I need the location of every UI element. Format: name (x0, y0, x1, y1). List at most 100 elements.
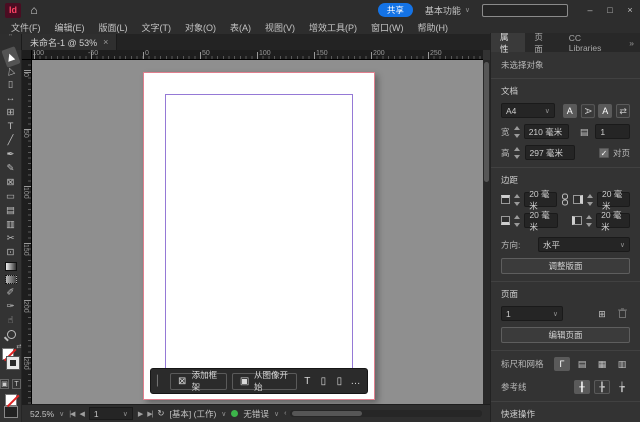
rotate-view-icon[interactable]: ↻ (157, 408, 164, 419)
baseline-grid-icon[interactable]: ▤ (574, 357, 590, 371)
share-button[interactable]: 共享 (377, 3, 413, 17)
swap-fill-stroke-icon[interactable]: ⇄ (16, 343, 21, 350)
panel-collapse-icon[interactable]: » (623, 33, 640, 52)
margin-top-stepper[interactable] (514, 193, 521, 206)
height-field[interactable]: 297 毫米 (524, 145, 575, 160)
horizontal-scrollbar[interactable] (290, 410, 482, 417)
note-tool[interactable]: ✐ (2, 286, 20, 300)
next-page-button[interactable]: ▶ (138, 410, 143, 418)
width-stepper[interactable] (513, 125, 520, 138)
vertical-scrollbar[interactable] (483, 60, 490, 404)
add-page-icon[interactable]: ⊞ (594, 307, 610, 321)
margin-bottom-field[interactable]: 20 毫米 (524, 210, 559, 232)
horizontal-ruler[interactable]: -100-50050100150200250300 (32, 50, 483, 60)
margin-left-stepper[interactable] (586, 214, 593, 227)
search-input[interactable] (482, 3, 568, 17)
show-rulers-icon[interactable]: Γ (554, 357, 570, 371)
link-margins-icon[interactable] (561, 193, 569, 206)
smart-guides-icon[interactable]: ╆ (614, 380, 630, 394)
lock-guides-icon[interactable]: ╊ (594, 380, 610, 394)
close-button[interactable]: × (620, 5, 640, 15)
free-transform-tool[interactable]: ⊡ (2, 246, 20, 260)
text-tool-icon[interactable]: T (302, 376, 313, 387)
hand-tool[interactable]: ☝ (2, 314, 20, 328)
gap-tool[interactable]: ↔ (2, 92, 20, 106)
gradient-feather-tool[interactable] (4, 275, 17, 284)
formatting-text-button[interactable]: T (12, 379, 21, 389)
workspace-switcher[interactable]: 基本功能 ∨ (425, 4, 470, 17)
horizontal-scrollbar-thumb[interactable] (292, 411, 363, 416)
menu-item[interactable]: 文件(F) (4, 21, 48, 34)
page-count-field[interactable]: 1 (595, 124, 630, 139)
pencil-tool[interactable]: ✎ (2, 162, 20, 176)
screen-mode-button[interactable] (3, 406, 18, 418)
menu-item[interactable]: 帮助(H) (411, 21, 456, 34)
page-size-select[interactable]: A4 ∨ (501, 103, 555, 118)
tab-cc-libraries[interactable]: CC Libraries (560, 33, 624, 53)
menu-item[interactable]: 增效工具(P) (302, 21, 364, 34)
show-guides-icon[interactable]: ╂ (574, 380, 590, 394)
edit-pages-button[interactable]: 编辑页面 (501, 327, 630, 343)
first-page-button[interactable]: |◀ (69, 410, 75, 418)
document-tab[interactable]: 未命名-1 @ 53% × (22, 34, 118, 50)
margin-bottom-stepper[interactable] (514, 214, 521, 227)
current-page-select[interactable]: 1 ∨ (501, 306, 563, 321)
scissors-tool[interactable]: ✂ (2, 232, 20, 246)
start-from-image-button[interactable]: ▣ 从图像开始 (232, 370, 297, 392)
margin-top-field[interactable]: 20 毫米 (524, 189, 558, 211)
menu-item[interactable]: 文字(T) (135, 21, 179, 34)
frame-tool[interactable]: ⊠ (2, 176, 20, 190)
menu-item[interactable]: 版面(L) (92, 21, 135, 34)
page-number-field[interactable]: 1 ∨ (88, 407, 133, 420)
scroll-left-arrow[interactable]: ‹ (284, 410, 287, 417)
tab-close-icon[interactable]: × (103, 37, 108, 47)
maximize-button[interactable]: □ (600, 5, 620, 15)
adjust-layout-button[interactable]: 调整版面 (501, 258, 630, 274)
zoom-chevron-icon[interactable]: ∨ (59, 410, 64, 418)
margin-left-field[interactable]: 20 毫米 (596, 210, 630, 232)
type-tool[interactable]: T (2, 120, 20, 134)
direction-select[interactable]: 水平 ∨ (538, 237, 630, 252)
previous-page-button[interactable]: ◀ (79, 410, 84, 418)
delete-page-icon[interactable] (614, 307, 630, 321)
margin-right-field[interactable]: 20 毫米 (596, 189, 630, 211)
zoom-tool[interactable] (2, 328, 20, 342)
menu-item[interactable]: 窗口(W) (364, 21, 411, 34)
preflight-preset[interactable]: [基本] (工作) (170, 408, 217, 420)
binding-left-icon[interactable]: A (598, 103, 613, 118)
rectangle-tool[interactable]: ▭ (2, 190, 20, 204)
binding-right-icon[interactable]: ⇄ (616, 103, 630, 118)
line-tool[interactable]: ╱ (2, 134, 20, 148)
layout-grid-icon[interactable]: ▥ (614, 357, 630, 371)
horizontal-grid-tool[interactable]: ▤ (2, 204, 20, 218)
page-icon[interactable]: ▯ (318, 376, 329, 387)
preset-chevron-icon[interactable]: ∨ (221, 410, 226, 418)
document-grid-icon[interactable]: ▦ (594, 357, 610, 371)
fill-stroke-swatches[interactable]: ⇄ (0, 343, 22, 376)
pen-tool[interactable]: ✒ (2, 148, 20, 162)
vertical-ruler[interactable]: 0 50 100 150 200 250 (22, 60, 32, 404)
stroke-swatch[interactable] (5, 356, 20, 370)
formatting-container-button[interactable]: ▣ (0, 379, 9, 389)
vertical-grid-tool[interactable]: ▥ (2, 218, 20, 232)
taskbar-grip[interactable]: ▏ (157, 376, 165, 387)
tab-properties[interactable]: 属性 (491, 32, 526, 54)
gradient-swatch-tool[interactable] (4, 262, 17, 271)
eyedropper-tool[interactable]: ✑ (2, 300, 20, 314)
zoom-level[interactable]: 52.5% (30, 409, 54, 419)
last-page-button[interactable]: ▶| (147, 410, 153, 418)
preflight-chevron-icon[interactable]: ∨ (274, 410, 279, 418)
tab-pages[interactable]: 页面 (525, 32, 559, 54)
width-field[interactable]: 210 毫米 (523, 124, 569, 139)
orientation-landscape-icon[interactable]: A (580, 103, 595, 118)
menu-item[interactable]: 编辑(E) (48, 21, 92, 34)
facing-pages-checkbox[interactable]: ✓ (598, 147, 609, 158)
menu-item[interactable]: 对象(O) (178, 21, 223, 34)
more-options-icon[interactable]: … (350, 376, 361, 387)
home-icon[interactable]: ⌂ (21, 3, 47, 17)
add-frame-button[interactable]: ⊠ 添加框架 (169, 370, 228, 392)
menu-item[interactable]: 视图(V) (258, 21, 302, 34)
height-stepper[interactable] (514, 146, 521, 159)
ruler-origin-corner[interactable] (22, 50, 32, 60)
content-collector-tool[interactable]: ⊞ (2, 106, 20, 120)
